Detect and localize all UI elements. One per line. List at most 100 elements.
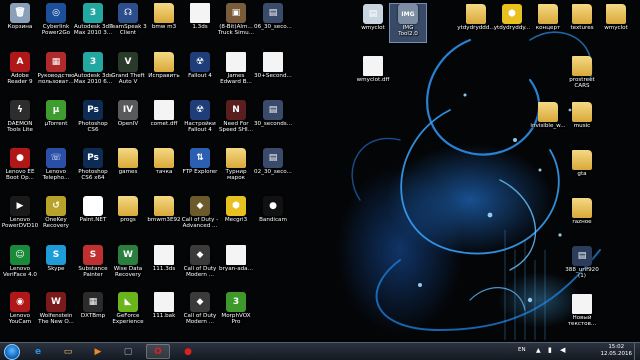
desktop-icon[interactable]: S Skype (38, 245, 74, 283)
desktop-icon-label: DAEMON Tools Lite (7, 121, 33, 134)
desktop-icon[interactable]: ☺ Lenovo VeriFace 4.0 (2, 245, 38, 283)
app-icon: Ps (83, 100, 103, 120)
desktop-icon[interactable]: prostreet CARS (564, 56, 600, 94)
desktop-icon[interactable]: 30+Second... (254, 52, 292, 90)
app-icon: ↺ (46, 196, 66, 216)
desktop-icon[interactable]: Ps Photoshop CS6 x64 (75, 148, 111, 186)
desktop-icon[interactable]: ⬢ Mecgri3 (218, 196, 254, 234)
desktop-icon[interactable]: ☢ Настройки Fallout 4 (182, 100, 218, 138)
opera-icon[interactable]: O (146, 344, 170, 359)
desktop-icon[interactable]: razное (564, 198, 600, 236)
desktop-icon[interactable]: ytdydryddd... (457, 4, 495, 42)
desktop-icon[interactable]: wmyclot (598, 4, 634, 42)
desktop-icon[interactable]: Новый текстов... (564, 294, 600, 332)
file-icon (572, 294, 592, 314)
desktop-icon[interactable]: ◆ Call of Duty Modern ... (182, 292, 218, 330)
desktop-icon[interactable]: µ µTorrent (38, 100, 74, 138)
desktop-icon[interactable]: 111.3ds (146, 245, 182, 283)
desktop-icon[interactable]: Исправить (146, 52, 182, 90)
start-button[interactable] (4, 344, 20, 360)
explorer-icon[interactable]: ▭ (56, 344, 80, 359)
volume-icon[interactable]: ◀ (560, 346, 565, 354)
desktop-icon-label: Skype (47, 266, 65, 272)
desktop-icon[interactable]: bmw m3 (146, 3, 182, 41)
desktop-icon[interactable]: V Grand Theft Auto V (110, 52, 146, 90)
folder-icon (572, 56, 592, 76)
desktop-icon[interactable]: bmwm3E92 (146, 196, 182, 234)
app-icon: W (118, 245, 138, 265)
desktop-icon[interactable]: N Need For Speed SHI... (218, 100, 254, 138)
language-indicator[interactable]: EN (518, 347, 526, 353)
desktop[interactable]: 🗑 Корзина ◎ Cyberlink Power2Go 3 Autodesk 3ds… (0, 0, 640, 342)
desktop-icon[interactable]: ϟ DAEMON Tools Lite (2, 100, 38, 138)
desktop-icon-label: 388_urif920 (1) (565, 267, 599, 280)
desktop-icon[interactable]: W Wolfenstein The New O... (38, 292, 74, 330)
desktop-icon[interactable]: ▤ 02_30_seco... (254, 148, 292, 186)
desktop-icon[interactable]: концерт (530, 4, 566, 42)
network-icon[interactable]: ▮ (548, 346, 552, 354)
desktop-icon-label: Substance Painter (78, 266, 108, 279)
desktop-icon[interactable]: ◣ GeForce Experience (110, 292, 146, 330)
desktop-icon[interactable]: ☊ TeamSpeak 3 Client (109, 3, 147, 41)
desktop-icon[interactable]: Ps Photoshop CS6 (75, 100, 111, 138)
desktop-icon[interactable]: ◉ Lenovo YouCam (2, 292, 38, 330)
desktop-icon[interactable]: A Adobe Reader 9 (2, 52, 38, 90)
app-icon: V (118, 52, 138, 72)
desktop-icon[interactable]: ▶ Lenovo PowerDVD10 (2, 196, 38, 234)
desktop-icon[interactable]: ☏ Lenovo Telepho... (38, 148, 74, 186)
desktop-icon[interactable]: 3 MorphVOX Pro (218, 292, 254, 330)
desktop-icon[interactable]: Турнир марок (218, 148, 254, 186)
desktop-icon[interactable]: ● Lenovo EE Boot Op... (2, 148, 38, 186)
desktop-icon-label: Adobe Reader 9 (7, 73, 33, 86)
media-player-icon[interactable]: ▶ (86, 344, 110, 359)
app-icon: ▦ (46, 52, 66, 72)
desktop-icon[interactable]: textures (564, 4, 600, 42)
desktop-icon[interactable]: ✎ Paint.NET (75, 196, 111, 234)
desktop-icon[interactable]: games (110, 148, 146, 186)
clock[interactable]: 15:02 12.05.2016 (601, 344, 633, 358)
desktop-icon[interactable]: 3 Autodesk 3ds Max 2010 6... (74, 52, 112, 90)
desktop-icon[interactable]: wmyclot.dff (355, 56, 391, 94)
desktop-icon[interactable]: 3 Autodesk 3ds Max 2010 3... (74, 3, 112, 41)
desktop-icon[interactable]: ▤ 06_30_seco... (254, 3, 292, 41)
desktop-icon[interactable]: ⇅ FTP Explorer (182, 148, 218, 186)
show-desktop-button[interactable] (634, 343, 640, 360)
desktop-icon[interactable]: ▤ 30_seconds... (254, 100, 292, 138)
desktop-icon[interactable]: W Wise Data Recovery (110, 245, 146, 283)
file-icon (226, 245, 246, 265)
clock-time: 15:02 (608, 344, 625, 350)
ie-icon[interactable]: e (26, 344, 50, 359)
folder-icon (154, 196, 174, 216)
desktop-icon[interactable]: ▤ 388_urif920 (1) (564, 246, 600, 284)
app-icon: ☺ (10, 245, 30, 265)
desktop-icon[interactable]: тачка (146, 148, 182, 186)
bandicam-icon[interactable]: ● (176, 344, 200, 359)
tray-arrow-icon[interactable]: ▲ (536, 347, 541, 354)
monitor-icon[interactable]: ▢ (116, 344, 140, 359)
desktop-icon[interactable]: ▤ wmyclot (355, 4, 391, 42)
desktop-icon[interactable]: bryan-ada... (218, 245, 254, 283)
desktop-icon[interactable]: ▣ (8-Bit)Alm... Truck Simu... (218, 3, 254, 41)
desktop-icon[interactable]: 1.3ds (182, 3, 218, 41)
desktop-icon[interactable]: progs (110, 196, 146, 234)
desktop-icon[interactable]: IV OpenIV (110, 100, 146, 138)
desktop-icon[interactable]: ▦ Руководство пользоват... (37, 52, 75, 90)
desktop-icon[interactable]: comet.dff (146, 100, 182, 138)
desktop-icon[interactable]: ◎ Cyberlink Power2Go (38, 3, 74, 41)
desktop-icon[interactable]: music (564, 102, 600, 140)
desktop-icon[interactable]: ◆ Call of Duty Modern ... (182, 245, 218, 283)
desktop-icon[interactable]: ⬢ ytdydryddy... (494, 4, 530, 42)
desktop-icon[interactable]: 🗑 Корзина (2, 3, 38, 41)
desktop-icon[interactable]: ▦ DXTBmp (75, 292, 111, 330)
desktop-icon[interactable]: gta (564, 150, 600, 188)
desktop-icon[interactable]: ● Bandicam (255, 196, 291, 234)
desktop-icon[interactable]: S Substance Painter (75, 245, 111, 283)
desktop-icon[interactable]: ↺ OneKey Recovery (38, 196, 74, 234)
desktop-icon[interactable]: James Edward B... (218, 52, 254, 90)
desktop-icon[interactable]: 111.bak (146, 292, 182, 330)
desktop-icon-label: Wise Data Recovery (113, 266, 143, 279)
desktop-icon[interactable]: ☢ Fallout 4 (182, 52, 218, 90)
desktop-icon[interactable]: IMG IMG Tool2.0 (389, 3, 427, 43)
desktop-icon[interactable]: invisible_w... (530, 102, 566, 140)
desktop-icon[interactable]: ◆ Call of Duty - Advanced ... (182, 196, 218, 234)
